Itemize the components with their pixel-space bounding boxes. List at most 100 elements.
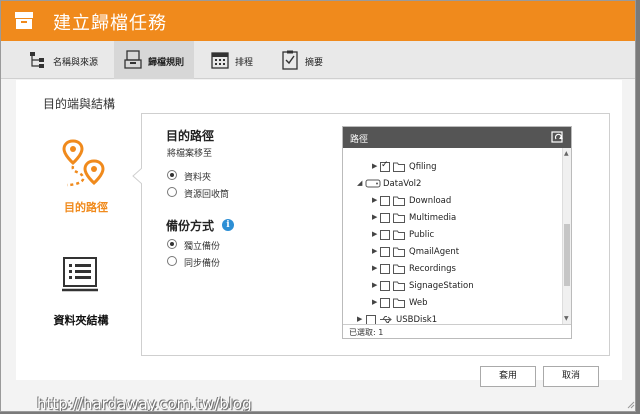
expand-arrow-icon[interactable]: ▶ [372, 213, 380, 223]
destination-heading: 目的路徑 [166, 129, 215, 143]
expand-arrow-icon[interactable]: ▶ [372, 230, 380, 240]
node-checkbox[interactable] [380, 196, 390, 206]
node-label: Download [409, 196, 452, 206]
disk-volume-icon [365, 179, 381, 188]
tab-name-and-source[interactable]: 名稱與來源 [29, 41, 109, 79]
node-checkbox[interactable] [380, 247, 390, 257]
folder-tree: 路徑 ▶ Qfiling ◢ DataVol2 ▶ [342, 126, 572, 339]
tab-label: 名稱與來源 [53, 58, 99, 68]
folder-icon [393, 213, 405, 223]
node-label: USBDisk1 [396, 315, 438, 324]
tab-summary[interactable]: 摘要 [281, 41, 341, 79]
folder-icon [393, 264, 405, 274]
summary-clipboard-icon [282, 50, 298, 70]
node-label: QmailAgent [409, 247, 460, 257]
tab-label: 排程 [235, 58, 254, 68]
tree-structure-icon [30, 52, 44, 68]
calendar-icon [211, 52, 229, 69]
node-checkbox[interactable] [380, 213, 390, 223]
tree-header-label: 路徑 [350, 135, 369, 145]
tree-node-download[interactable]: ▶ Download [343, 193, 562, 209]
scrollbar-thumb[interactable] [564, 224, 570, 286]
tree-scrollbar[interactable]: ▲ ▼ [562, 148, 571, 324]
resize-grip-icon[interactable] [627, 401, 635, 409]
refresh-icon[interactable] [551, 130, 565, 144]
watermark-text: http://hardaway.com.tw/blog [37, 395, 252, 412]
window-title: 建立歸檔任務 [53, 13, 167, 34]
tree-node-qmailagent[interactable]: ▶ QmailAgent [343, 244, 562, 260]
tree-node-usbdisk1[interactable]: ▶ USBDisk1 [343, 312, 562, 324]
selected-count: 已選取: 1 [349, 328, 384, 337]
tree-node-recordings[interactable]: ▶ Recordings [343, 261, 562, 277]
leftnav-folder-structure[interactable]: 資料夾結構 [31, 256, 131, 331]
cancel-button[interactable]: 取消 [543, 366, 599, 387]
radio-button[interactable] [167, 239, 177, 249]
node-label: Web [409, 298, 428, 308]
expand-arrow-icon[interactable]: ▶ [372, 247, 380, 257]
tab-label: 歸檔規則 [148, 58, 185, 68]
tree-node-public[interactable]: ▶ Public [343, 227, 562, 243]
node-label: Public [409, 230, 435, 240]
tree-node-datavol2[interactable]: ◢ DataVol2 [343, 176, 562, 192]
radio-label: 獨立備份 [184, 242, 221, 252]
node-checkbox[interactable] [366, 315, 376, 324]
expand-arrow-icon[interactable]: ▶ [372, 298, 380, 308]
node-checkbox[interactable] [380, 281, 390, 291]
archive-rule-icon [124, 50, 142, 69]
node-label: Multimedia [409, 213, 457, 223]
node-label: DataVol2 [383, 179, 422, 189]
tree-body: ▶ Qfiling ◢ DataVol2 ▶ Download ▶ [343, 148, 562, 324]
node-label: Qfiling [409, 162, 437, 172]
expand-arrow-icon[interactable]: ▶ [372, 196, 380, 206]
tree-header: 路徑 [343, 127, 571, 148]
radio-label: 資源回收筒 [184, 190, 230, 200]
scroll-down-icon[interactable]: ▼ [564, 315, 569, 322]
folder-icon [393, 196, 405, 206]
expand-arrow-icon[interactable]: ▶ [372, 162, 380, 172]
tree-node-qfiling[interactable]: ▶ Qfiling [343, 159, 562, 175]
document-list-icon [62, 257, 98, 292]
collapse-arrow-icon[interactable]: ◢ [357, 179, 365, 189]
node-checkbox[interactable] [380, 264, 390, 274]
title-bar: 建立歸檔任務 [1, 1, 635, 41]
leftnav-folder-structure-label: 資料夾結構 [53, 314, 109, 327]
node-checkbox[interactable] [380, 160, 390, 172]
scroll-up-icon[interactable]: ▲ [564, 150, 569, 157]
tab-schedule[interactable]: 排程 [211, 41, 271, 79]
apply-button[interactable]: 套用 [480, 366, 536, 387]
expand-arrow-icon[interactable]: ▶ [372, 264, 380, 274]
radio-button[interactable] [167, 170, 177, 180]
tree-footer: 已選取: 1 [343, 324, 571, 339]
folder-icon [393, 162, 405, 172]
info-icon[interactable]: i [222, 219, 234, 231]
folder-icon [393, 230, 405, 240]
destination-subtext: 將檔案移至 [167, 149, 213, 159]
archive-task-dialog: 建立歸檔任務 名稱與來源 歸檔規則 排程 摘要 目的端與結構 目的路徑 資料夾結… [0, 0, 636, 412]
route-path-icon [62, 139, 105, 187]
tree-node-signagestation[interactable]: ▶ SignageStation [343, 278, 562, 294]
node-label: SignageStation [409, 281, 474, 291]
radio-button[interactable] [167, 256, 177, 266]
archive-box-icon [15, 12, 33, 29]
node-checkbox[interactable] [380, 298, 390, 308]
expand-arrow-icon[interactable]: ▶ [372, 281, 380, 291]
leftnav-destination-label: 目的路徑 [64, 201, 108, 214]
tree-node-multimedia[interactable]: ▶ Multimedia [343, 210, 562, 226]
panel-pointer [132, 168, 142, 184]
backup-heading: 備份方式 [166, 219, 215, 233]
tree-node-web[interactable]: ▶ Web [343, 295, 562, 311]
node-label: Recordings [409, 264, 456, 274]
section-title: 目的端與結構 [43, 97, 116, 111]
radio-button[interactable] [167, 187, 177, 197]
folder-icon [393, 247, 405, 257]
node-checkbox[interactable] [380, 230, 390, 240]
radio-label: 同步備份 [184, 259, 221, 269]
folder-icon [393, 298, 405, 308]
expand-arrow-icon[interactable]: ▶ [357, 315, 365, 324]
radio-label: 資料夾 [184, 173, 212, 183]
folder-icon [393, 281, 405, 291]
tab-label: 摘要 [305, 58, 324, 68]
tab-archive-rules[interactable]: 歸檔規則 [114, 41, 194, 79]
step-tabs: 名稱與來源 歸檔規則 排程 摘要 [1, 41, 635, 79]
leftnav-destination[interactable]: 目的路徑 [36, 139, 136, 219]
